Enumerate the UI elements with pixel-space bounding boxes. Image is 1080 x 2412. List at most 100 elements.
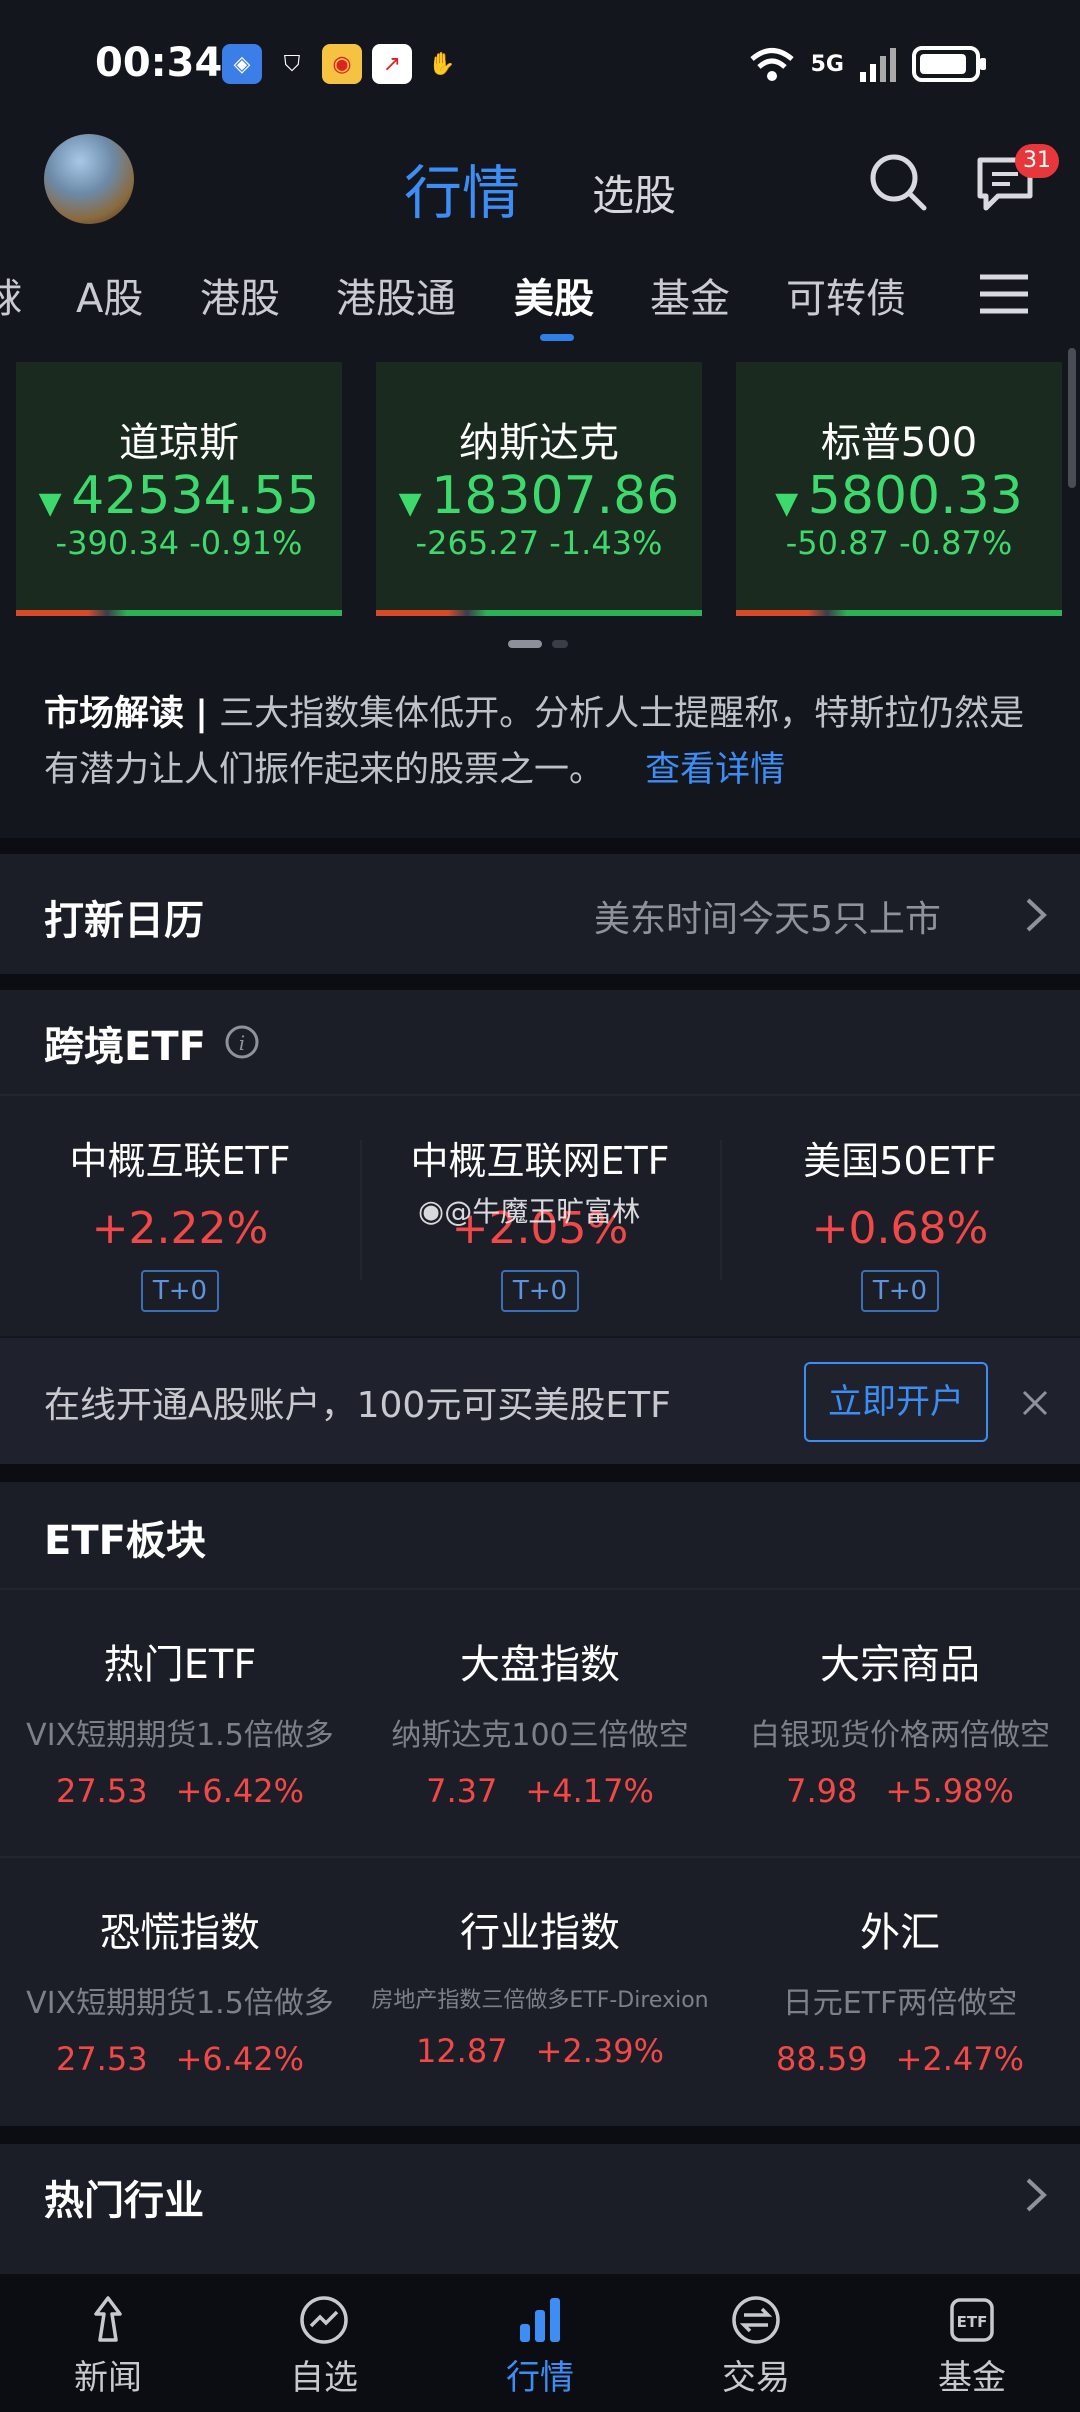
active-tab-indicator: [540, 334, 574, 341]
market-commentary: 市场解读 | 三大指数集体低开。分析人士提醒称，特斯拉仍然是有潜力让人们振作起来…: [44, 686, 1034, 798]
nav-watchlist[interactable]: 自选: [216, 2274, 432, 2412]
tab-a-shares[interactable]: A股: [76, 266, 143, 324]
weibo-watermark-icon: ◉: [418, 1194, 445, 1229]
row-divider: [0, 1856, 1080, 1858]
tab-global[interactable]: 球: [0, 266, 22, 324]
divider: [0, 1464, 1080, 1482]
view-details-link[interactable]: 查看详情: [645, 750, 785, 790]
index-bar: [376, 610, 702, 616]
nav-label: 基金: [938, 2358, 1006, 2398]
divider: [0, 2126, 1080, 2144]
chevron-right-icon: [1026, 898, 1047, 932]
message-count-badge: 31: [1015, 144, 1059, 178]
sector-quote: 7.37 +4.17%: [426, 1772, 654, 1810]
index-change: -265.27 -1.43%: [415, 524, 663, 562]
etf-sector-fear-index[interactable]: 恐慌指数 VIX短期期货1.5倍做多 27.53 +6.42%: [0, 1900, 360, 2078]
svg-text:ETF: ETF: [957, 2313, 988, 2331]
index-name: 标普500: [820, 420, 978, 466]
sector-quote: 27.53 +6.42%: [55, 1772, 305, 1810]
chevron-right-icon: [1026, 2178, 1047, 2212]
tab-stock-picker[interactable]: 选股: [592, 162, 676, 223]
nav-label: 自选: [290, 2358, 358, 2398]
fund-icon: ETF: [950, 2298, 994, 2342]
cross-etf-title: 跨境ETF: [44, 1024, 206, 1070]
commentary-text: 三大指数集体低开。分析人士提醒称，特斯拉仍然是有潜力让人们振作起来的股票之一。: [44, 694, 1025, 790]
ipo-calendar-title: 打新日历: [44, 898, 204, 944]
sector-title: 热门ETF: [103, 1642, 257, 1688]
etf-item-us50[interactable]: 美国50ETF +0.68% T+0: [720, 1130, 1080, 1312]
index-card-sp500[interactable]: 标普500 ▼ 5800.33 -50.87 -0.87%: [736, 362, 1062, 616]
nav-news[interactable]: 新闻: [0, 2274, 216, 2412]
search-icon[interactable]: [868, 152, 928, 212]
weibo-icon: ◉: [322, 44, 362, 84]
scrollbar[interactable]: [1068, 348, 1076, 488]
index-value: ▼ 18307.86: [398, 466, 680, 526]
sector-desc: 白银现货价格两倍做空: [750, 1718, 1050, 1753]
sector-quote: 12.87 +2.39%: [415, 2032, 665, 2070]
index-card-nasdaq[interactable]: 纳斯达克 ▼ 18307.86 -265.27 -1.43%: [376, 362, 702, 616]
notification-icons: ◈ ⛉ ◉ ↗ ✋: [222, 44, 462, 84]
bottom-navigation: 新闻 自选 行情 交易 ETF 基金: [0, 2274, 1080, 2412]
section-divider: [0, 1094, 1080, 1096]
etf-sector-hot[interactable]: 热门ETF VIX短期期货1.5倍做多 27.53 +6.42%: [0, 1632, 360, 1810]
hot-industry-title: 热门行业: [44, 2178, 204, 2224]
nav-label: 新闻: [74, 2358, 142, 2398]
sector-desc: VIX短期期货1.5倍做多: [26, 1718, 334, 1753]
etf-sector-forex[interactable]: 外汇 日元ETF两倍做空 88.59 +2.47%: [720, 1900, 1080, 2078]
promo-text: 在线开通A股账户，100元可买美股ETF: [44, 1385, 671, 1426]
tab-hk-connect[interactable]: 港股通: [336, 266, 456, 324]
nav-fund[interactable]: ETF 基金: [864, 2274, 1080, 2412]
sector-title: 大宗商品: [820, 1642, 980, 1688]
sector-desc: 房地产指数三倍做多ETF-Direxion: [371, 1988, 709, 2013]
etf-change: +2.22%: [91, 1203, 269, 1254]
avatar[interactable]: [44, 134, 134, 224]
nav-market[interactable]: 行情: [432, 2274, 648, 2412]
t0-badge: T+0: [500, 1270, 580, 1312]
index-name: 道琼斯: [119, 420, 239, 466]
etf-sector-commodities[interactable]: 大宗商品 白银现货价格两倍做空 7.98 +5.98%: [720, 1632, 1080, 1810]
sector-desc: 日元ETF两倍做空: [782, 1986, 1018, 2021]
carousel-dot: [552, 640, 568, 648]
etf-item-china-internet[interactable]: 中概互联ETF +2.22% T+0: [0, 1130, 360, 1312]
commentary-separator: |: [195, 694, 208, 734]
market-icon: [520, 2298, 560, 2342]
market-tabs: 球 A股 港股 港股通 美股 基金 可转债: [0, 262, 960, 332]
index-bar: [736, 610, 1062, 616]
carousel-dot-active: [508, 640, 542, 648]
app-notification-icon: ◈: [222, 44, 262, 84]
etf-sector-broad-index[interactable]: 大盘指数 纳斯达克100三倍做空 7.37 +4.17%: [360, 1632, 720, 1810]
ipo-calendar-row[interactable]: 打新日历 美东时间今天5只上市: [0, 854, 1080, 974]
t0-badge: T+0: [140, 1270, 220, 1312]
close-icon[interactable]: [1020, 1388, 1050, 1418]
index-value: ▼ 42534.55: [38, 466, 320, 526]
carousel-dots: [508, 640, 568, 648]
battery-icon: [912, 46, 986, 82]
network-type: 5G: [810, 51, 844, 77]
page-title[interactable]: 行情: [404, 146, 520, 230]
sector-quote: 27.53 +6.42%: [55, 2040, 305, 2078]
open-account-button[interactable]: 立即开户: [804, 1362, 988, 1442]
hot-industry-row[interactable]: 热门行业: [0, 2144, 1080, 2274]
nav-label: 行情: [506, 2358, 574, 2398]
ipo-calendar-info: 美东时间今天5只上市: [594, 899, 941, 940]
tab-hk-shares[interactable]: 港股: [200, 266, 280, 324]
signal-icon: [860, 48, 896, 82]
sector-quote: 88.59 +2.47%: [775, 2040, 1025, 2078]
chart-app-icon: ↗: [372, 44, 412, 84]
etf-sector-title: ETF板块: [44, 1518, 206, 1564]
t0-badge: T+0: [860, 1270, 940, 1312]
etf-name: 中概互联网ETF: [410, 1139, 670, 1183]
index-card-dow[interactable]: 道琼斯 ▼ 42534.55 -390.34 -0.91%: [16, 362, 342, 616]
nav-trade[interactable]: 交易: [648, 2274, 864, 2412]
section-divider: [0, 1588, 1080, 1590]
tab-funds[interactable]: 基金: [650, 266, 730, 324]
tab-us-shares[interactable]: 美股: [514, 266, 594, 324]
divider: [0, 974, 1080, 990]
hand-icon: ✋: [428, 51, 456, 77]
menu-icon[interactable]: [978, 272, 1030, 316]
etf-name: 中概互联ETF: [69, 1139, 291, 1183]
tab-convertible-bonds[interactable]: 可转债: [786, 266, 906, 324]
nav-label: 交易: [722, 2358, 790, 2398]
etf-sector-industry-index[interactable]: 行业指数 房地产指数三倍做多ETF-Direxion 12.87 +2.39%: [360, 1900, 720, 2070]
info-icon[interactable]: i: [224, 1024, 260, 1060]
